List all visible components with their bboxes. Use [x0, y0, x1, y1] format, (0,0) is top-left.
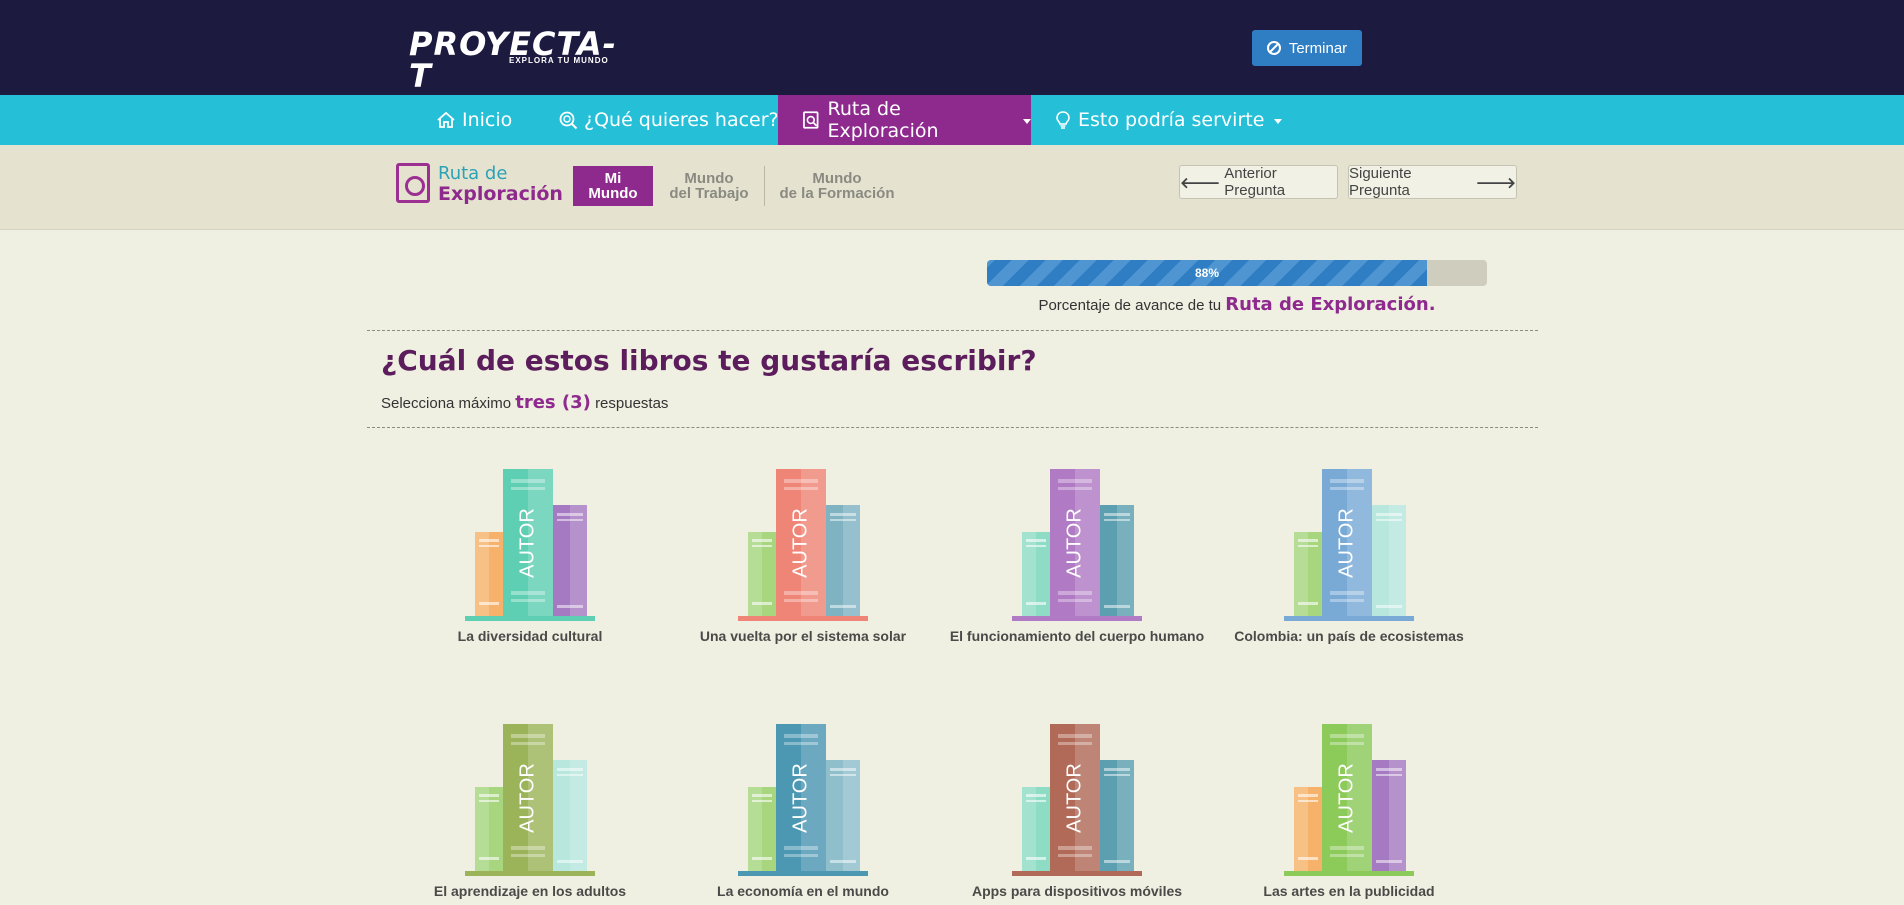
question-hint: Selecciona máximo tres (3) respuestas — [381, 392, 668, 413]
progress-bar: 88% — [987, 260, 1487, 286]
nav-item-label: Inicio — [462, 109, 513, 131]
hint-highlight: tres (3) — [515, 392, 591, 413]
progress-fill: 88% — [987, 260, 1427, 286]
book-option[interactable]: AUTOR Las artes en la publicidad — [1219, 724, 1479, 899]
book-option-label: Las artes en la publicidad — [1263, 883, 1435, 899]
route-search-icon — [396, 163, 430, 203]
books-illustration: AUTOR — [738, 469, 868, 621]
svg-text:AUTOR: AUTOR — [1335, 508, 1357, 578]
step-line2: del Trabajo — [669, 185, 749, 202]
ban-icon — [1266, 41, 1281, 55]
book-option[interactable]: AUTOR El funcionamiento del cuerpo human… — [947, 469, 1207, 644]
progress-caption-highlight: Ruta de Exploración. — [1225, 294, 1436, 315]
books-illustration: AUTOR — [1284, 469, 1414, 621]
svg-text:AUTOR: AUTOR — [789, 508, 811, 578]
nav-item-ruta-exploracion[interactable]: Ruta de Exploración — [778, 95, 1031, 145]
book-option[interactable]: AUTOR Una vuelta por el sistema solar — [673, 469, 933, 644]
step-mundo-del-trabajo[interactable]: Mundo del Trabajo — [660, 166, 758, 206]
svg-text:AUTOR: AUTOR — [1063, 763, 1085, 833]
step-line1: Mi — [604, 170, 622, 187]
search-icon — [559, 111, 578, 130]
route-logo: Ruta de Exploración — [396, 163, 563, 207]
book-option[interactable]: AUTOR Apps para dispositivos móviles — [947, 724, 1207, 899]
next-question-button[interactable]: Siguiente Pregunta 🡒 — [1348, 165, 1517, 199]
step-divider — [764, 166, 765, 206]
step-line1: Mundo — [812, 170, 862, 187]
route-subheader: Ruta de Exploración Mi Mundo Mundo del Tra… — [0, 145, 1904, 230]
divider — [367, 330, 1538, 331]
lightbulb-icon — [1056, 111, 1070, 129]
svg-text:AUTOR: AUTOR — [1335, 763, 1357, 833]
book-option-label: El funcionamiento del cuerpo humano — [949, 628, 1205, 644]
nav-item-label: Ruta de Exploración — [827, 98, 939, 142]
svg-text:AUTOR: AUTOR — [789, 763, 811, 833]
divider — [367, 427, 1538, 428]
step-mi-mundo[interactable]: Mi Mundo — [573, 166, 653, 206]
step-mundo-de-la-formacion[interactable]: Mundo de la Formación — [772, 166, 902, 206]
top-header: PROYECTA-T EXPLORA TU MUNDO Terminar — [0, 0, 1904, 95]
home-icon — [437, 111, 455, 128]
nav-item-inicio[interactable]: Inicio — [436, 95, 512, 145]
step-line2: Mundo — [588, 185, 638, 202]
books-illustration: AUTOR — [1284, 724, 1414, 876]
hint-suffix: respuestas — [595, 395, 669, 412]
books-illustration: AUTOR — [738, 724, 868, 876]
nav-item-que-quieres-hacer[interactable]: ¿Qué quieres hacer? — [558, 95, 779, 145]
hint-prefix: Selecciona máximo — [381, 395, 512, 412]
books-illustration: AUTOR — [465, 724, 595, 876]
progress-caption: Porcentaje de avance de tu Ruta de Explo… — [987, 294, 1487, 315]
book-option-label: Una vuelta por el sistema solar — [699, 628, 907, 644]
books-illustration: AUTOR — [1012, 469, 1142, 621]
books-illustration: AUTOR — [465, 469, 595, 621]
nav-item-esto-podria-servirte[interactable]: Esto podría servirte — [1054, 95, 1283, 145]
svg-text:AUTOR: AUTOR — [516, 763, 538, 833]
next-question-label: Siguiente Pregunta — [1349, 165, 1412, 199]
route-icon — [803, 111, 819, 129]
nav-item-label: ¿Qué quieres hacer? — [584, 109, 779, 131]
book-option-label: Colombia: un país de ecosistemas — [1234, 628, 1464, 644]
book-option-label: La economía en el mundo — [717, 883, 889, 899]
book-option-label: La diversidad cultural — [457, 628, 603, 644]
chevron-down-icon — [1023, 119, 1031, 124]
finish-button[interactable]: Terminar — [1252, 30, 1362, 66]
previous-question-button[interactable]: 🡐 Anterior Pregunta — [1179, 165, 1338, 199]
route-title-line1: Ruta de — [438, 163, 508, 184]
route-title-line2: Exploración — [438, 183, 563, 205]
book-option-label: Apps para dispositivos móviles — [971, 883, 1183, 899]
proyectat-logo[interactable]: PROYECTA-T EXPLORA TU MUNDO — [409, 28, 634, 92]
svg-text:AUTOR: AUTOR — [1063, 508, 1085, 578]
book-option[interactable]: AUTOR Colombia: un país de ecosistemas — [1219, 469, 1479, 644]
arrow-left-icon: 🡐 — [1180, 174, 1221, 192]
main-nav: Inicio ¿Qué quieres hacer? Ruta de Explo… — [0, 95, 1904, 145]
books-illustration: AUTOR — [1012, 724, 1142, 876]
step-line1: Mundo — [684, 170, 734, 187]
arrow-right-icon: 🡒 — [1475, 174, 1516, 192]
logo-tagline: EXPLORA TU MUNDO — [509, 56, 609, 65]
nav-item-label: Esto podría servirte — [1078, 109, 1265, 131]
book-option[interactable]: AUTOR La economía en el mundo — [673, 724, 933, 899]
book-option[interactable]: AUTOR La diversidad cultural — [400, 469, 660, 644]
finish-button-label: Terminar — [1288, 39, 1348, 57]
svg-text:AUTOR: AUTOR — [516, 508, 538, 578]
progress-caption-prefix: Porcentaje de avance de tu — [1038, 297, 1222, 314]
previous-question-label: Anterior Pregunta — [1224, 165, 1286, 199]
book-option-label: El aprendizaje en los adultos — [433, 883, 627, 899]
chevron-down-icon — [1274, 119, 1283, 124]
question-title: ¿Cuál de estos libros te gustaría escrib… — [381, 344, 1037, 377]
book-option[interactable]: AUTOR El aprendizaje en los adultos — [400, 724, 660, 899]
step-line2: de la Formación — [779, 185, 895, 202]
